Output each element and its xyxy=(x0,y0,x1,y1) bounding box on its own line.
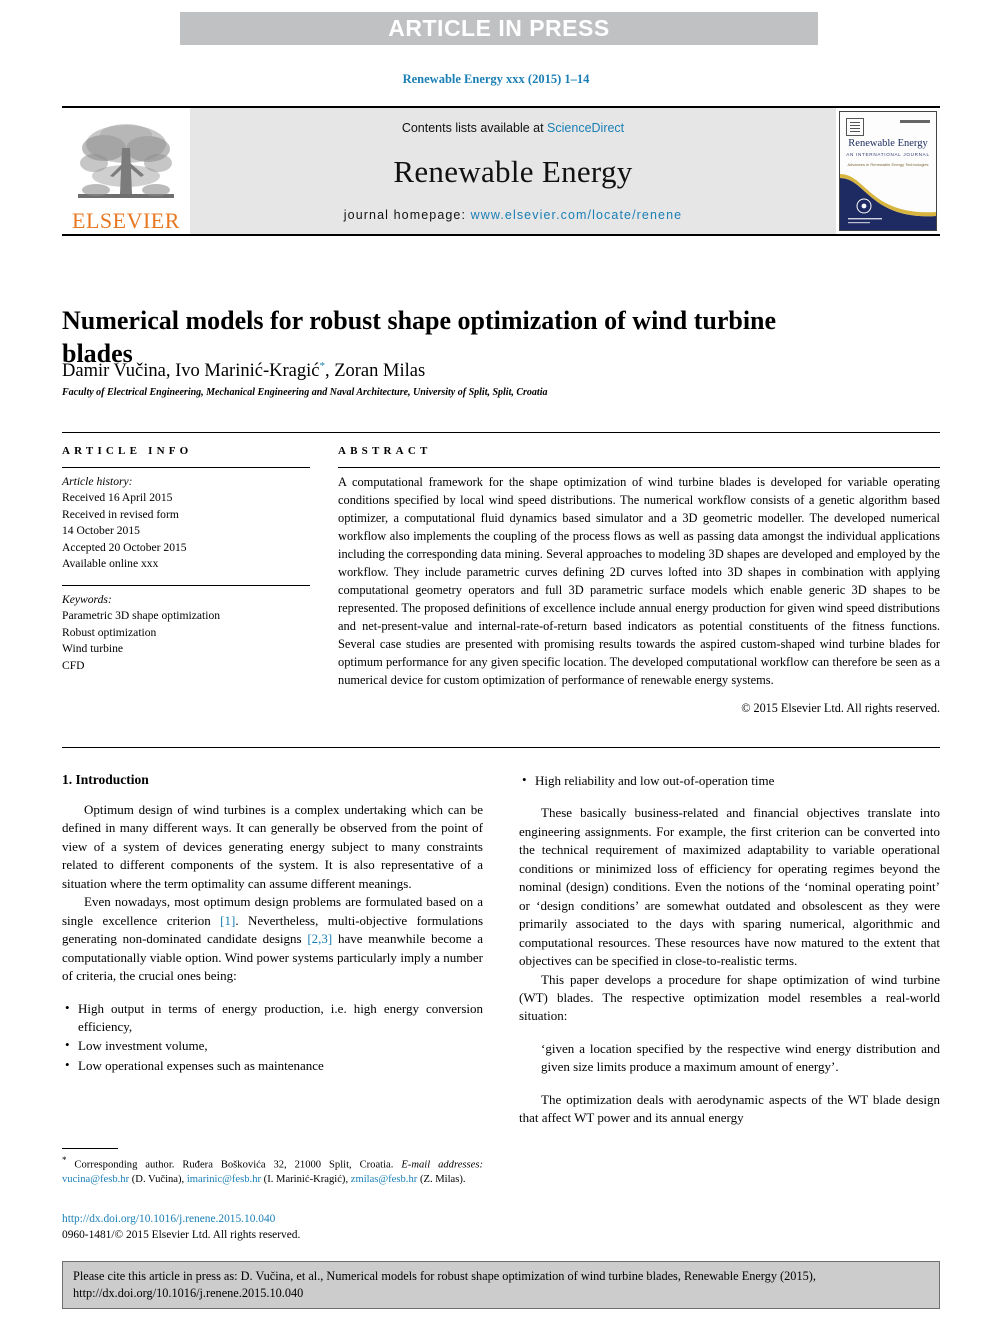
footnote-block: * Corresponding author. Ruđera Boškovića… xyxy=(62,1148,483,1188)
elsevier-wordmark: ELSEVIER xyxy=(72,208,180,233)
cover-publisher-icon xyxy=(846,118,864,136)
intro-paragraph-3: These basically business-related and fin… xyxy=(519,805,940,969)
author-affiliation: Faculty of Electrical Engineering, Mecha… xyxy=(62,387,548,398)
cover-image: Renewable Energy AN INTERNATIONAL JOURNA… xyxy=(839,111,937,231)
journal-cover-thumbnail: Renewable Energy AN INTERNATIONAL JOURNA… xyxy=(836,108,940,234)
info-abstract-band: ARTICLE INFO Article history: Received 1… xyxy=(62,432,940,716)
doi-link[interactable]: http://dx.doi.org/10.1016/j.renene.2015.… xyxy=(62,1213,492,1225)
keywords-divider xyxy=(62,584,310,586)
email-name-1: (D. Vučina), xyxy=(129,1174,187,1186)
abstract-divider xyxy=(338,467,940,468)
article-info-column: ARTICLE INFO Article history: Received 1… xyxy=(62,445,310,716)
article-history-item: 14 October 2015 xyxy=(62,524,140,538)
list-item: High reliability and low out-of-operatio… xyxy=(519,771,940,790)
issn-copyright-line: 0960-1481/© 2015 Elsevier Ltd. All right… xyxy=(62,1229,301,1241)
cover-subtitle: AN INTERNATIONAL JOURNAL xyxy=(846,152,930,157)
body-column-right: High reliability and low out-of-operatio… xyxy=(519,771,940,1128)
intro-paragraph-4: This paper develops a procedure for shap… xyxy=(519,971,940,1024)
body-separator xyxy=(62,747,940,748)
citation-ref-1[interactable]: [1] xyxy=(220,913,235,928)
article-history-item: Received 16 April 2015 xyxy=(62,491,173,505)
body-columns: 1. Introduction Optimum design of wind t… xyxy=(62,771,940,1128)
article-in-press-label: ARTICLE IN PRESS xyxy=(388,15,610,41)
email-name-2: (I. Marinić-Kragić), xyxy=(261,1174,351,1186)
body-column-left: 1. Introduction Optimum design of wind t… xyxy=(62,772,483,1128)
article-history-block: Article history: Received 16 April 2015 … xyxy=(62,474,310,573)
article-info-heading: ARTICLE INFO xyxy=(62,445,193,457)
sciencedirect-link[interactable]: ScienceDirect xyxy=(547,121,624,135)
journal-homepage-link[interactable]: www.elsevier.com/locate/renene xyxy=(471,208,683,222)
email-name-3: (Z. Milas). xyxy=(417,1174,466,1186)
article-history-item: Accepted 20 October 2015 xyxy=(62,540,187,554)
keywords-block: Keywords: Parametric 3D shape optimizati… xyxy=(62,592,310,674)
intro-paragraph-2: Even nowadays, most optimum design probl… xyxy=(62,893,483,985)
criteria-list-right: High reliability and low out-of-operatio… xyxy=(519,771,940,790)
authors-primary: Damir Vučina, Ivo Marinić-Kragić xyxy=(62,361,320,382)
authors-secondary: , Zoran Milas xyxy=(324,361,426,382)
contents-prefix: Contents lists available at xyxy=(401,121,548,135)
intro-paragraph-1: Optimum design of wind turbines is a com… xyxy=(62,802,483,891)
list-item: High output in terms of energy productio… xyxy=(62,999,483,1037)
criteria-list-left: High output in terms of energy productio… xyxy=(62,999,483,1076)
abstract-column: ABSTRACT A computational framework for t… xyxy=(338,445,940,716)
list-item: Low investment volume, xyxy=(62,1036,483,1055)
cover-wave-graphic xyxy=(840,174,936,230)
masthead-center: Contents lists available at ScienceDirec… xyxy=(190,108,836,234)
article-history-label: Article history: xyxy=(62,475,133,488)
email-link-2[interactable]: imarinic@fesb.hr xyxy=(187,1174,261,1185)
cover-barcode-mark xyxy=(900,120,930,123)
email-link-3[interactable]: zmilas@fesb.hr xyxy=(351,1174,418,1185)
email-link-1[interactable]: vucina@fesb.hr xyxy=(62,1174,129,1185)
citation-ref-2-3[interactable]: [2,3] xyxy=(307,931,332,946)
journal-reference-line: Renewable Energy xxx (2015) 1–14 xyxy=(402,72,590,86)
list-item: Low operational expenses such as mainten… xyxy=(62,1056,483,1075)
elsevier-tree-icon xyxy=(78,124,174,198)
intro-quote: ‘given a location specified by the respe… xyxy=(541,1040,940,1075)
keyword-item: Parametric 3D shape optimization xyxy=(62,609,221,623)
email-addresses-label: E-mail addresses: xyxy=(401,1159,484,1171)
contents-available-line: Contents lists available at ScienceDirec… xyxy=(402,121,624,135)
abstract-heading: ABSTRACT xyxy=(338,445,432,457)
journal-homepage-line: journal homepage: www.elsevier.com/locat… xyxy=(344,208,682,222)
cover-title: Renewable Energy xyxy=(848,138,928,149)
keywords-label: Keywords: xyxy=(62,592,112,606)
abstract-copyright: © 2015 Elsevier Ltd. All rights reserved… xyxy=(741,700,940,715)
cite-this-article-box: Please cite this article in press as: D.… xyxy=(62,1261,940,1309)
journal-masthead: ELSEVIER Contents lists available at Sci… xyxy=(62,106,940,236)
article-in-press-banner: ARTICLE IN PRESS xyxy=(180,12,818,45)
elsevier-logo: ELSEVIER xyxy=(62,108,190,234)
keyword-item: Robust optimization xyxy=(62,625,157,639)
intro-paragraph-5: The optimization deals with aerodynamic … xyxy=(519,1091,940,1126)
journal-title: Renewable Energy xyxy=(393,153,633,189)
homepage-prefix: journal homepage: xyxy=(343,208,471,222)
footnote-divider xyxy=(62,1148,118,1149)
keyword-item: CFD xyxy=(62,658,85,672)
article-history-item: Available online xxx xyxy=(62,557,159,571)
section-title-introduction: 1. Introduction xyxy=(62,772,149,787)
keyword-item: Wind turbine xyxy=(62,642,124,656)
article-history-item: Received in revised form xyxy=(62,507,179,521)
author-list: Damir Vučina, Ivo Marinić-Kragić*, Zoran… xyxy=(62,360,842,382)
article-info-divider xyxy=(62,467,310,468)
footnote-text: * Corresponding author. Ruđera Boškovića… xyxy=(62,1154,483,1188)
corresponding-author-note: Corresponding author. Ruđera Boškovića 3… xyxy=(66,1159,394,1171)
cite-this-article-text: Please cite this article in press as: D.… xyxy=(73,1269,816,1301)
abstract-text: A computational framework for the shape … xyxy=(338,475,940,687)
